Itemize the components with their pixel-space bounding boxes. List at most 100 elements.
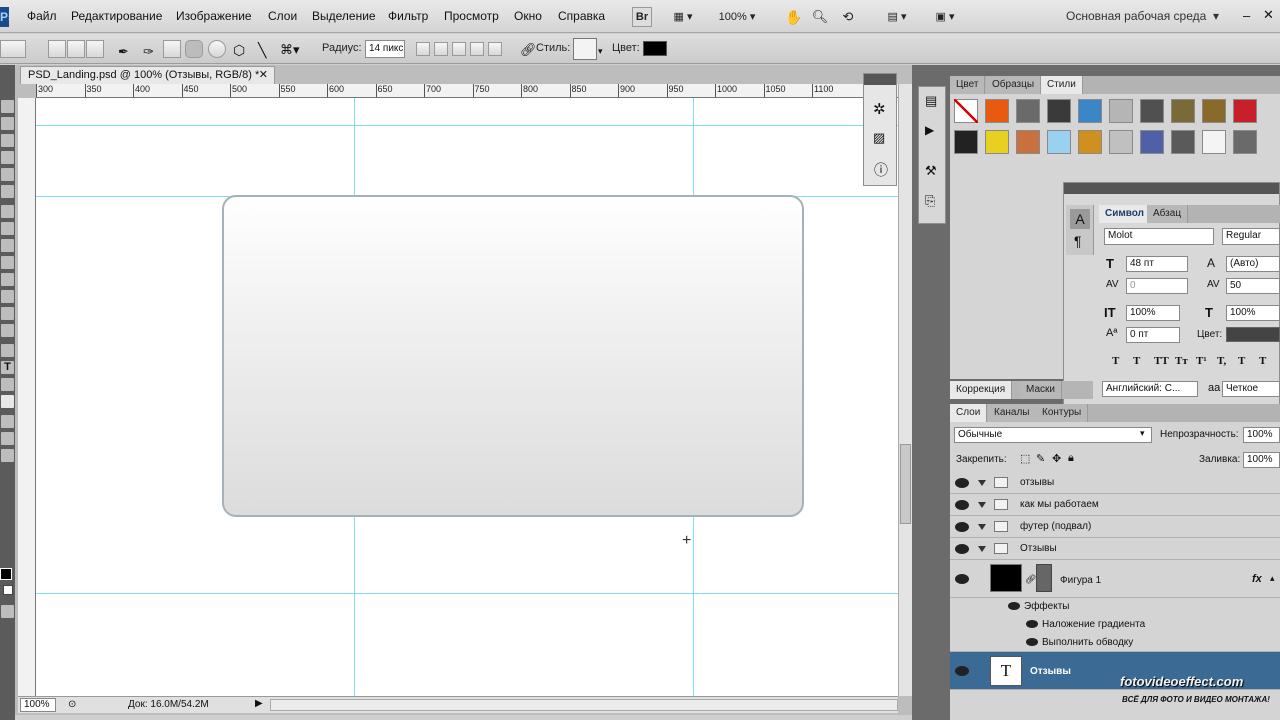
view-extras-button[interactable]: ▦ ▾ <box>666 7 700 27</box>
blend-mode-select[interactable]: Обычные <box>954 427 1152 443</box>
opacity-input[interactable]: 100% <box>1243 427 1280 443</box>
scrollbar-thumb[interactable] <box>900 444 911 524</box>
expand-triangle-icon[interactable] <box>978 546 986 552</box>
text-style-button[interactable]: T <box>1133 355 1140 367</box>
path-selection-tool-icon[interactable] <box>1 378 14 391</box>
layer-group-row[interactable]: как мы работаем <box>950 494 1280 516</box>
antialias-select[interactable]: Четкое <box>1222 381 1280 397</box>
style-picker[interactable] <box>573 38 597 60</box>
style-swatch[interactable] <box>985 130 1009 154</box>
eye-icon[interactable] <box>955 478 969 488</box>
style-swatch[interactable] <box>1047 130 1071 154</box>
zoom-level-dropdown[interactable]: 100% ▾ <box>712 7 762 27</box>
arrange-documents-button[interactable]: ▤ ▾ <box>880 7 914 27</box>
style-swatch[interactable] <box>954 130 978 154</box>
brush-tool-icon[interactable] <box>1 222 14 235</box>
tab-color[interactable]: Цвет <box>950 76 986 94</box>
line-shape-icon[interactable]: ╲ <box>258 42 266 59</box>
crop-tool-icon[interactable] <box>1 168 14 181</box>
style-swatch[interactable] <box>1109 130 1133 154</box>
menu-select[interactable]: Выделение <box>312 9 376 23</box>
tab-adjustments[interactable]: Коррекция <box>950 381 1013 399</box>
style-swatch[interactable] <box>1078 130 1102 154</box>
text-color-swatch[interactable] <box>1226 327 1280 342</box>
menu-window[interactable]: Окно <box>514 9 542 23</box>
screen-mode-button[interactable]: ▣ ▾ <box>928 7 962 27</box>
tab-channels[interactable]: Каналы <box>988 404 1037 422</box>
layer-row-shape[interactable]: 🔗︎ Фигура 1 fx ▴ <box>950 560 1280 598</box>
layer-group-row[interactable]: отзывы <box>950 472 1280 494</box>
add-shape-area-icon[interactable] <box>434 42 448 56</box>
quick-selection-tool-icon[interactable] <box>1 151 14 164</box>
hand-tool-icon[interactable]: ✋ <box>784 7 804 27</box>
close-icon[interactable]: ✕ <box>1263 7 1274 23</box>
foreground-color-swatch[interactable] <box>0 568 12 580</box>
tab-swatches[interactable]: Образцы <box>986 76 1042 94</box>
expand-triangle-icon[interactable] <box>978 502 986 508</box>
text-style-button[interactable]: T <box>1259 355 1266 367</box>
background-color-swatch[interactable] <box>3 585 13 595</box>
type-tool-icon[interactable]: T <box>1 361 14 374</box>
hand-tool-icon-toolbox[interactable] <box>1 432 14 445</box>
rounded-rectangle-tool-icon[interactable] <box>1 395 14 408</box>
navigator-icon[interactable]: ✲ <box>873 100 886 118</box>
style-swatch[interactable] <box>1233 130 1257 154</box>
menu-help[interactable]: Справка <box>558 9 605 23</box>
paths-icon[interactable] <box>67 40 85 58</box>
new-shape-layer-icon[interactable] <box>416 42 430 56</box>
fill-color-swatch[interactable] <box>643 41 667 56</box>
font-style-select[interactable]: Regular <box>1222 228 1280 245</box>
style-picker-chevron-icon[interactable]: ▾ <box>598 46 603 57</box>
text-style-button[interactable]: T¹ <box>1196 355 1207 367</box>
text-style-button[interactable]: TT <box>1154 355 1169 367</box>
gradient-tool-icon[interactable] <box>1 290 14 303</box>
3d-rotate-tool-icon[interactable] <box>1 415 14 428</box>
tab-paths[interactable]: Контуры <box>1036 404 1089 422</box>
style-swatch[interactable] <box>1202 99 1226 123</box>
layer-group-row[interactable]: Отзывы <box>950 538 1280 560</box>
fx-icon[interactable]: fx <box>1252 573 1262 585</box>
eye-icon[interactable] <box>1008 602 1020 610</box>
zoom-status-input[interactable]: 100% <box>20 698 56 712</box>
eye-icon[interactable] <box>955 574 969 584</box>
exclude-shape-area-icon[interactable] <box>488 42 502 56</box>
kerning-input[interactable]: 0 <box>1126 278 1188 294</box>
horizontal-scrollbar[interactable] <box>270 699 898 711</box>
tool-preset-picker[interactable] <box>0 40 26 58</box>
subtract-shape-area-icon[interactable] <box>452 42 466 56</box>
healing-brush-tool-icon[interactable] <box>1 205 14 218</box>
collapse-effects-icon[interactable]: ▴ <box>1270 573 1275 584</box>
style-swatch[interactable] <box>985 99 1009 123</box>
minimize-icon[interactable]: – <box>1243 8 1250 23</box>
text-style-button[interactable]: T, <box>1217 355 1226 367</box>
guide-horizontal[interactable] <box>36 593 898 594</box>
tab-styles[interactable]: Стили <box>1041 76 1083 94</box>
effect-row[interactable]: Наложение градиента <box>950 616 1280 634</box>
fill-pixels-icon[interactable] <box>86 40 104 58</box>
actions-panel-icon[interactable]: ▶ <box>925 123 934 137</box>
text-style-button[interactable]: T <box>1112 355 1119 367</box>
menu-layers[interactable]: Слои <box>268 9 297 23</box>
freeform-pen-icon[interactable]: ✑ <box>143 44 154 60</box>
layer-group-row[interactable]: футер (подвал) <box>950 516 1280 538</box>
histogram-icon[interactable]: ▨ <box>873 130 885 146</box>
vertical-scrollbar[interactable] <box>898 84 912 696</box>
move-tool-icon[interactable] <box>1 100 14 113</box>
tab-paragraph[interactable]: Абзац <box>1147 205 1189 223</box>
clone-source-icon[interactable]: ⎘ <box>925 193 935 209</box>
close-document-icon[interactable]: ✕ <box>259 67 268 84</box>
lasso-tool-icon[interactable] <box>1 134 14 147</box>
guide-horizontal[interactable] <box>36 125 898 126</box>
history-panel-icon[interactable]: ▤ <box>925 93 937 109</box>
floating-panel-header[interactable] <box>864 74 896 85</box>
lock-image-icon[interactable]: ✎ <box>1036 452 1045 465</box>
eye-icon[interactable] <box>955 500 969 510</box>
polygon-shape-icon[interactable]: ⬡ <box>233 42 245 59</box>
status-menu-arrow-icon[interactable]: ▶ <box>255 698 263 709</box>
style-swatch[interactable] <box>1140 130 1164 154</box>
tool-presets-icon[interactable]: ⚒ <box>925 163 937 179</box>
leading-input[interactable]: (Авто) <box>1226 256 1280 272</box>
status-options-icon[interactable]: ⊙ <box>68 699 76 710</box>
expand-triangle-icon[interactable] <box>978 524 986 530</box>
fill-input[interactable]: 100% <box>1243 452 1280 468</box>
